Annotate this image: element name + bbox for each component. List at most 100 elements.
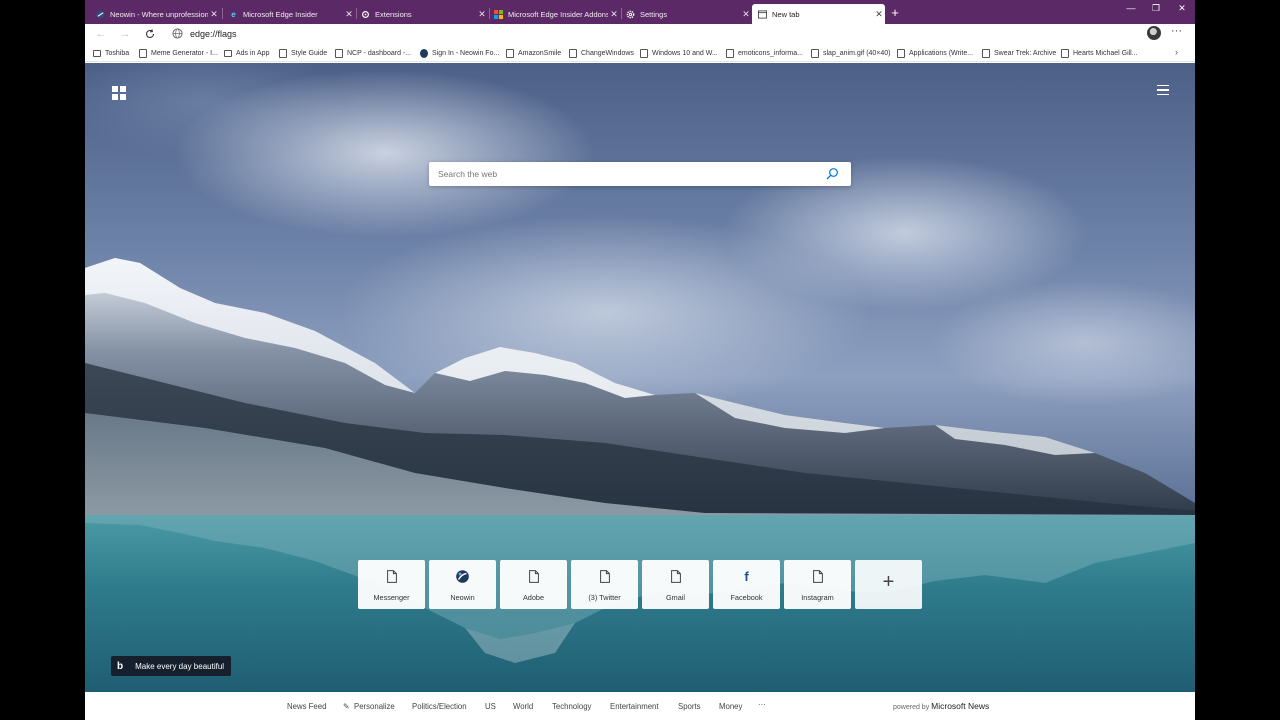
close-tab-icon[interactable]: ✕ [476,9,488,20]
quick-link-label: Instagram [801,593,834,602]
restore-button[interactable]: ❐ [1143,3,1169,14]
refresh-button[interactable] [142,26,158,42]
settings-more-button[interactable]: ··· [1171,25,1182,37]
forward-button[interactable]: → [117,26,133,42]
news-nav-more[interactable]: ··· [758,700,766,709]
background-image [85,258,1195,692]
page-icon [385,569,398,583]
close-window-button[interactable]: ✕ [1169,3,1195,14]
page-settings-menu-icon[interactable] [1157,85,1169,95]
favorite-item[interactable]: Sign In - Neowin Fo... [420,47,499,59]
url-input[interactable] [190,26,1090,41]
favorite-item[interactable]: emoticons_informa... [726,47,803,59]
site-info-icon[interactable] [172,28,183,39]
favorite-label: Applications (Write... [909,49,974,57]
tab-title: Microsoft Edge Insider [243,9,318,19]
neowin-icon [96,9,105,19]
quick-link-gmail[interactable]: Gmail [642,560,709,609]
page-icon [1061,48,1069,58]
quick-link-adobe[interactable]: Adobe [500,560,567,609]
facebook-icon: f [744,568,749,584]
news-nav-personalize[interactable]: Personalize [354,702,395,711]
browser-window: Neowin - Where unprofessional ✕ e Micros… [85,0,1195,720]
microsoft-news-brand[interactable]: Microsoft News [931,701,989,711]
favorite-label: emoticons_informa... [738,49,803,57]
favorite-item[interactable]: AmazonSmile [506,47,561,59]
favorite-item[interactable]: Applications (Write... [897,47,973,59]
minimize-button[interactable]: — [1118,3,1144,13]
quick-link-twitter[interactable]: (3) Twitter [571,560,638,609]
tab-settings[interactable]: Settings ✕ [620,4,752,24]
favorite-item[interactable]: Toshiba [93,47,129,59]
news-nav-world[interactable]: World [513,702,533,711]
bing-logo-icon: b [117,660,124,672]
profile-avatar[interactable] [1147,26,1161,40]
close-tab-icon[interactable]: ✕ [208,9,220,20]
toolbar: ← → ··· [85,24,1195,44]
tab-title: Microsoft Edge Insider Addons [508,9,608,19]
close-tab-icon[interactable]: ✕ [740,9,752,20]
favorite-item[interactable]: Style Guide [279,47,327,59]
page-icon [811,569,824,583]
tab-new-tab[interactable]: New tab ✕ [752,4,885,24]
close-tab-icon[interactable]: ✕ [343,9,355,20]
tab-neowin[interactable]: Neowin - Where unprofessional ✕ [90,4,220,24]
edge-icon: e [231,9,236,19]
page-icon [811,48,819,58]
quick-link-label: Facebook [730,593,763,602]
page-icon [897,48,905,58]
news-nav-politics[interactable]: Politics/Election [412,702,467,711]
folder-icon [93,49,101,57]
page-icon [335,48,343,58]
new-tab-button[interactable]: + [888,5,902,20]
chevron-right-icon[interactable]: › [1175,47,1178,57]
favorite-item[interactable]: Hearts Michael Gill... [1061,47,1138,59]
page-icon [598,569,611,583]
quick-link-label: Gmail [665,593,686,602]
news-nav-entertainment[interactable]: Entertainment [610,702,659,711]
tab-edge-insider[interactable]: e Microsoft Edge Insider ✕ [223,4,355,24]
quick-link-messenger[interactable]: Messenger [358,560,425,609]
quick-link-facebook[interactable]: f Facebook [713,560,780,609]
favorite-item[interactable]: Windows 10 and W... [640,47,718,59]
page-icon [640,48,648,58]
web-search-box[interactable] [429,162,851,186]
search-icon[interactable] [825,167,839,181]
favorite-item[interactable]: Ads in App [224,47,269,59]
favorite-label: Ads in App [236,49,270,57]
page-icon [569,48,577,58]
extensions-gear-icon [361,10,370,19]
tab-title: Extensions [375,9,412,19]
news-nav-money[interactable]: Money [719,702,742,711]
quick-link-label: (3) Twitter [588,593,621,602]
favorite-label: Windows 10 and W... [652,49,718,57]
news-nav-news-feed[interactable]: News Feed [287,702,326,711]
tab-extensions[interactable]: Extensions ✕ [355,4,488,24]
back-button[interactable]: ← [93,26,109,42]
add-quick-link-button[interactable]: + [855,560,922,609]
tab-edge-addons[interactable]: Microsoft Edge Insider Addons ✕ [488,4,620,24]
address-bar[interactable] [166,25,1137,43]
bing-tagline: Make every day beautiful [135,661,225,671]
page-icon [669,569,682,583]
quick-link-neowin[interactable]: Neowin [429,560,496,609]
bing-image-info[interactable]: b Make every day beautiful [111,656,232,676]
news-navigation-bar: News Feed ✎ Personalize Politics/Electio… [85,692,1195,720]
quick-link-label: Neowin [450,593,475,602]
close-tab-icon[interactable]: ✕ [608,9,620,20]
page-icon [279,48,287,58]
favorite-item[interactable]: slap_anim.gif (40×40) [811,47,891,59]
favorites-bar: Toshiba Meme Generator - I... Ads in App… [85,44,1195,62]
favorite-item[interactable]: Meme Generator - I... [139,47,218,59]
favorite-item[interactable]: ChangeWindows [569,47,634,59]
news-nav-sports[interactable]: Sports [678,702,701,711]
favorite-label: NCP - dashboard -... [347,49,412,57]
close-tab-icon[interactable]: ✕ [873,9,885,20]
favorite-item[interactable]: Swear Trek: Archive [982,47,1056,59]
search-input[interactable] [438,166,808,182]
tab-title: Settings [640,9,668,19]
favorite-item[interactable]: NCP - dashboard -... [335,47,411,59]
news-nav-technology[interactable]: Technology [552,702,591,711]
quick-link-instagram[interactable]: Instagram [784,560,851,609]
news-nav-us[interactable]: US [485,702,496,711]
